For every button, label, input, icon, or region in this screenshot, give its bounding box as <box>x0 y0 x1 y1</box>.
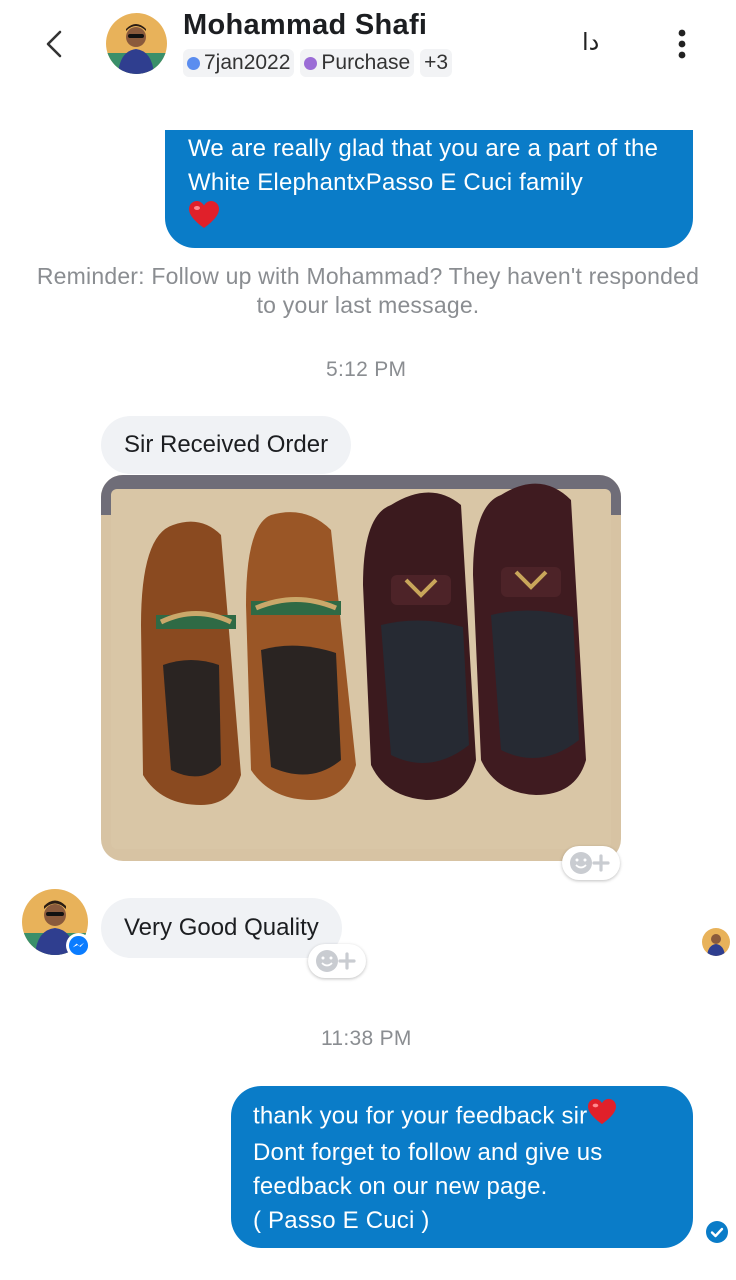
tag-label: 7jan2022 <box>204 51 291 74</box>
tag-date[interactable]: 7jan2022 <box>183 49 295 77</box>
image-attachment[interactable] <box>101 475 621 861</box>
more-options-button[interactable] <box>666 24 698 64</box>
message-text: Very Good Quality <box>124 914 319 941</box>
heart-emoji-icon <box>188 200 220 240</box>
more-tags-count[interactable]: +3 <box>420 49 453 77</box>
message-bubble-outgoing[interactable]: thank you for your feedback sir Dont for… <box>231 1086 693 1248</box>
message-bubble-outgoing[interactable]: We are really glad that you are a part o… <box>165 130 693 248</box>
add-reaction-button[interactable] <box>562 846 620 880</box>
contact-avatar[interactable] <box>106 13 167 74</box>
chevron-left-icon <box>46 30 62 58</box>
message-text-line: ( Passo E Cuci ) <box>253 1207 430 1234</box>
message-text: We are really glad that you are a part o… <box>188 135 659 196</box>
contact-name[interactable]: Mohammad Shafi <box>183 9 427 42</box>
message-bubble-incoming[interactable]: Sir Received Order <box>101 416 352 474</box>
timestamp: 5:12 PM <box>326 358 407 381</box>
tag-label: Purchase <box>321 51 411 74</box>
message-text-line: thank you for your feedback sir <box>253 1102 588 1130</box>
heart-emoji-icon <box>587 1098 617 1136</box>
label-tags: 7jan2022 Purchase +3 <box>183 48 453 78</box>
seen-by-avatar <box>702 928 730 956</box>
messenger-badge-icon <box>66 933 91 958</box>
tag-dot-icon <box>304 56 318 70</box>
timestamp: 11:38 PM <box>321 1027 412 1050</box>
message-bubble-incoming[interactable]: Very Good Quality <box>101 898 342 958</box>
translate-button[interactable]: دا <box>582 28 599 57</box>
smiley-plus-icon <box>316 950 356 972</box>
back-button[interactable] <box>36 24 76 64</box>
shoes-photo <box>101 475 621 861</box>
sent-checkmark-icon <box>706 1221 728 1243</box>
message-text: Sir Received Order <box>124 431 329 458</box>
add-reaction-button[interactable] <box>308 944 366 978</box>
smiley-plus-icon <box>570 852 610 874</box>
message-text-line: feedback on our new page. <box>253 1173 548 1200</box>
message-text-line: Dont forget to follow and give us <box>253 1139 603 1166</box>
tag-purchase[interactable]: Purchase <box>300 49 415 77</box>
follow-up-reminder: Reminder: Follow up with Mohammad? They … <box>36 263 700 318</box>
tag-dot-icon <box>187 56 200 70</box>
vertical-ellipsis-icon <box>678 29 686 59</box>
